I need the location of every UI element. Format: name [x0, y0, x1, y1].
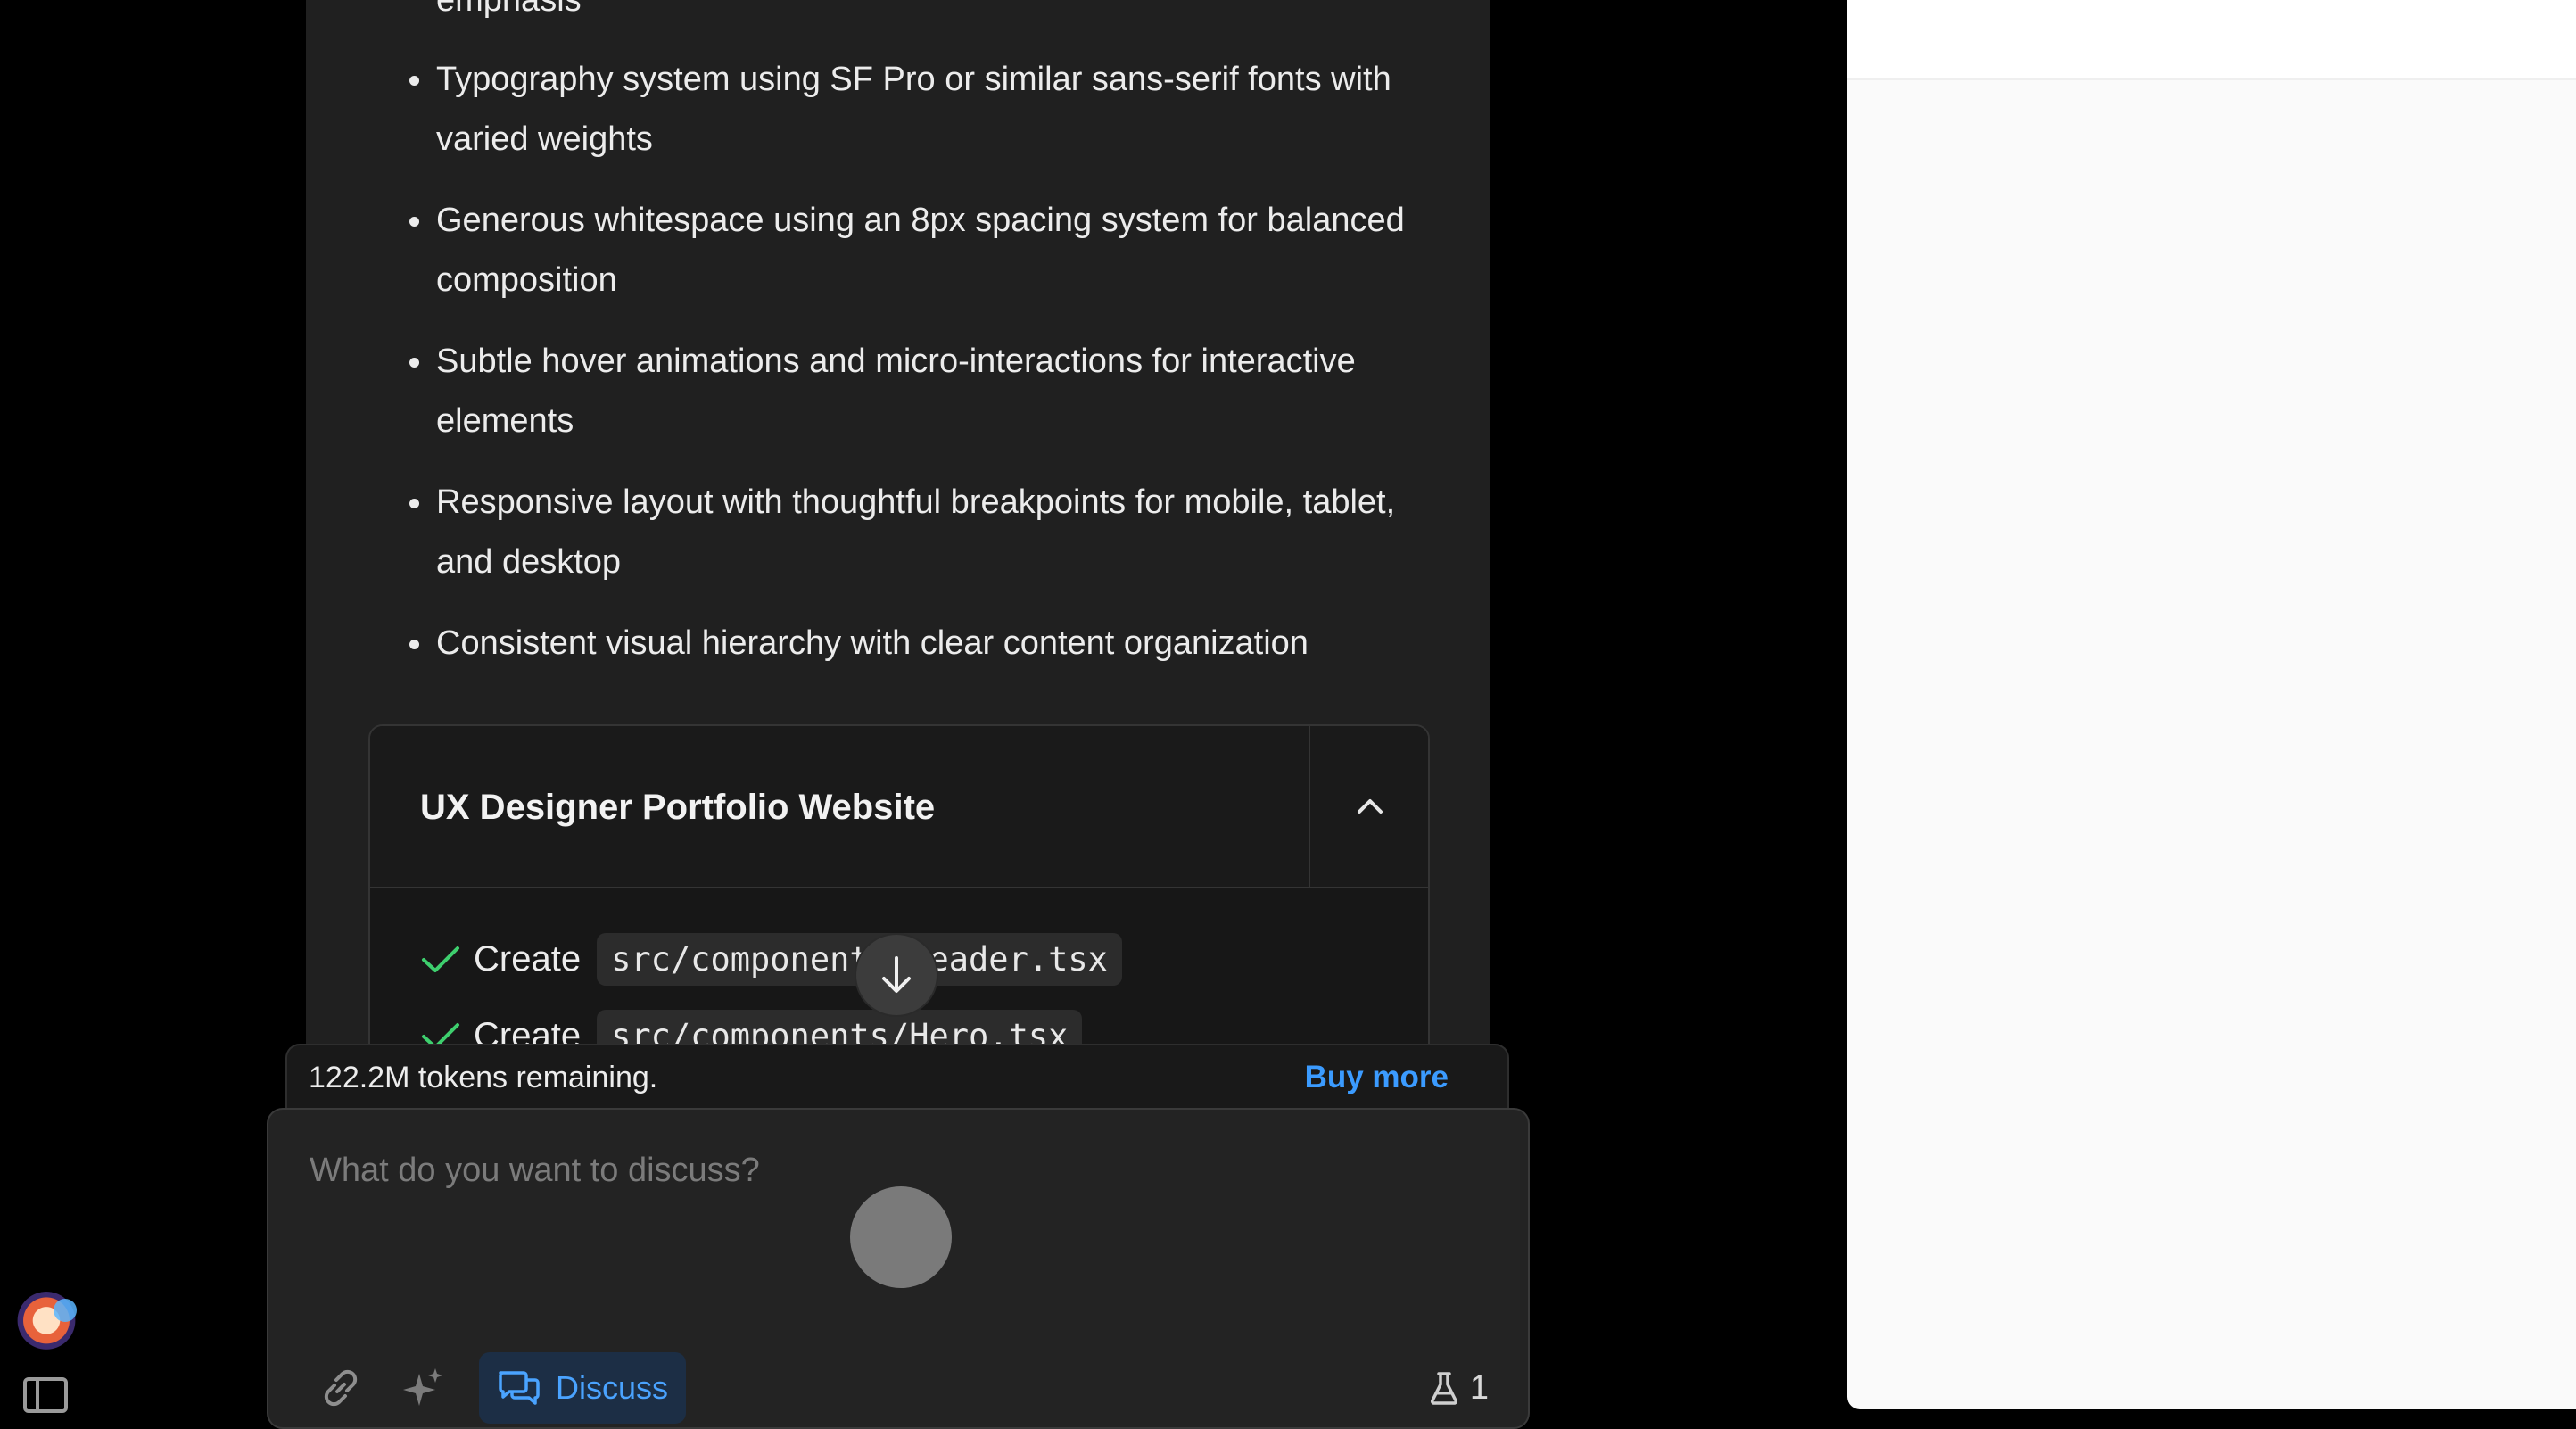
prompt-input[interactable] — [308, 1151, 1467, 1191]
action-row: Create src/components/Hero.tsx — [420, 1007, 1083, 1045]
message-text-partial: emphasis — [436, 0, 582, 19]
collapse-button[interactable] — [1309, 726, 1428, 887]
chat-bubbles-icon — [499, 1371, 540, 1405]
chevron-up-icon — [1358, 799, 1383, 814]
buy-more-link[interactable]: Buy more — [1305, 1045, 1449, 1110]
discuss-label: Discuss — [556, 1369, 669, 1406]
preview-header — [1847, 0, 2576, 80]
left-rail — [0, 0, 98, 1417]
experiments-counter[interactable]: 1 — [1429, 1361, 1489, 1415]
list-item: Typography system using SF Pro or simila… — [409, 50, 1432, 169]
flask-icon — [1430, 1372, 1457, 1405]
file-path: src/components/Hero.tsx — [597, 1009, 1083, 1044]
pointer-indicator — [850, 1186, 952, 1288]
check-icon — [422, 946, 459, 972]
artifact-title: UX Designer Portfolio Website — [420, 788, 936, 827]
prompt-toolbar: Discuss — [315, 1352, 687, 1424]
tokens-remaining: 122.2M tokens remaining. — [309, 1061, 658, 1094]
experiments-count: 1 — [1469, 1368, 1489, 1407]
list-item: Responsive layout with thoughtful breakp… — [409, 473, 1432, 592]
action-label: Create — [474, 1015, 582, 1045]
arrow-down-icon — [882, 956, 911, 993]
link-icon[interactable] — [315, 1362, 367, 1414]
artifact-header[interactable]: UX Designer Portfolio Website — [370, 726, 1428, 888]
action-row: Create src/components/Header.tsx — [420, 930, 1122, 987]
check-icon — [422, 1023, 459, 1044]
preview-panel[interactable] — [1847, 0, 2576, 1409]
list-item: Generous whitespace using an 8px spacing… — [409, 191, 1432, 310]
prompt-box: Discuss 1 — [267, 1108, 1530, 1429]
tokens-bar: 122.2M tokens remaining. Buy more — [285, 1044, 1509, 1108]
sidebar-toggle-icon[interactable] — [23, 1377, 68, 1413]
user-avatar[interactable] — [14, 1292, 78, 1356]
chat-messages[interactable]: emphasis Typography system using SF Pro … — [306, 0, 1490, 1044]
sparkle-icon[interactable] — [397, 1362, 449, 1414]
discuss-button[interactable]: Discuss — [479, 1352, 687, 1424]
message-bullet-list: Typography system using SF Pro or simila… — [406, 50, 1432, 695]
scroll-to-bottom-button[interactable] — [856, 935, 937, 1015]
list-item: Consistent visual hierarchy with clear c… — [409, 614, 1432, 673]
action-label: Create — [474, 938, 582, 979]
list-item: Subtle hover animations and micro-intera… — [409, 332, 1432, 451]
